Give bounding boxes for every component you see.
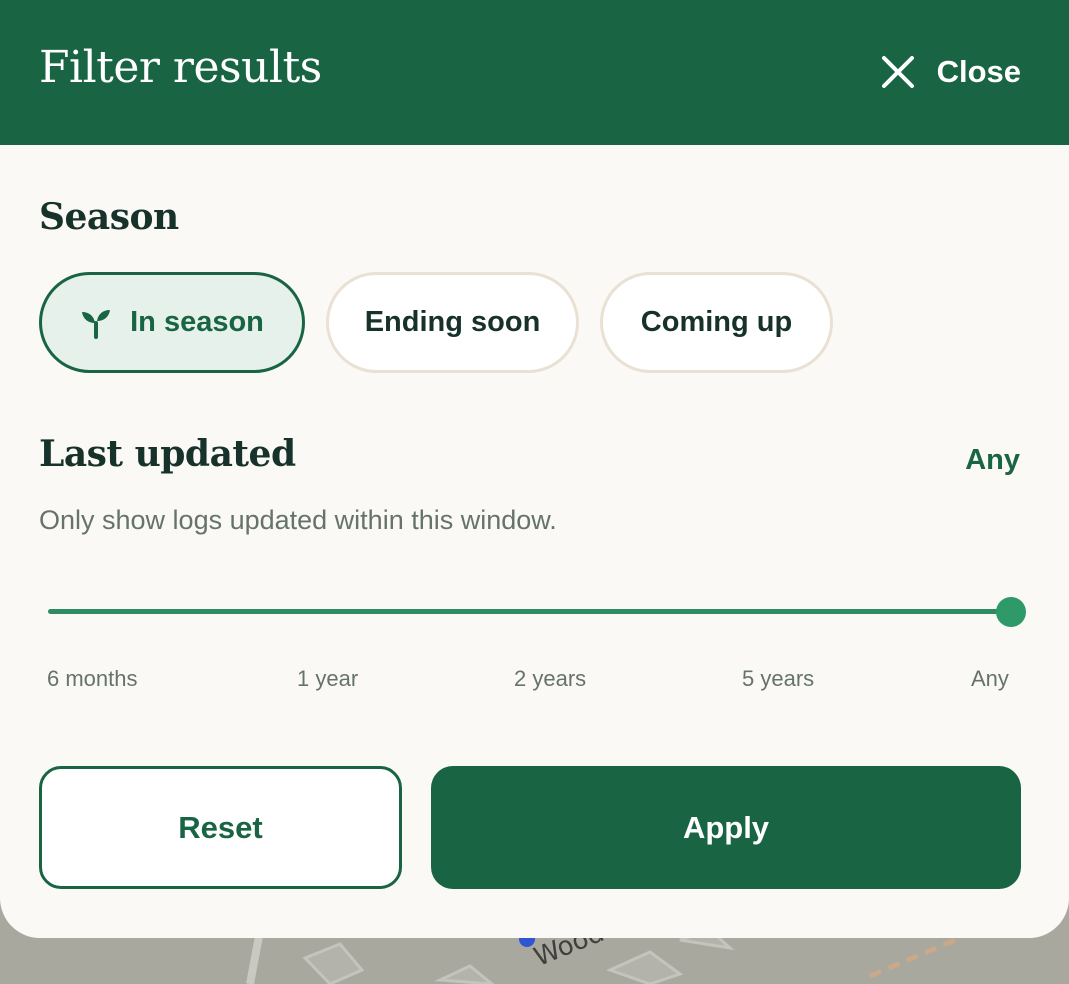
last-updated-value: Any: [965, 444, 1020, 476]
apply-button[interactable]: Apply: [431, 766, 1021, 889]
slider-tick-label: 1 year: [297, 666, 359, 691]
close-button[interactable]: Close: [881, 50, 1021, 94]
filter-sheet: Filter results Close Season In season En…: [0, 0, 1069, 938]
last-updated-helper-text: Only show logs updated within this windo…: [39, 505, 557, 535]
sprout-icon: [82, 309, 111, 339]
last-updated-heading: Last updated: [39, 433, 296, 475]
sheet-header: Filter results Close: [0, 0, 1069, 145]
chip-coming-up[interactable]: Coming up: [600, 272, 833, 373]
slider-tick-label: 6 months: [47, 666, 138, 691]
slider-track: [48, 609, 1012, 614]
chip-in-season[interactable]: In season: [39, 272, 305, 373]
chip-label: Coming up: [640, 306, 793, 338]
chip-ending-soon[interactable]: Ending soon: [326, 272, 579, 373]
close-button-label: Close: [936, 54, 1021, 89]
last-updated-slider[interactable]: [48, 596, 1026, 628]
chip-label: In season: [130, 306, 264, 338]
slider-thumb[interactable]: [996, 597, 1026, 627]
close-icon: [881, 56, 914, 88]
chip-label: Ending soon: [364, 306, 541, 338]
slider-tick-label: 5 years: [742, 666, 815, 691]
page-title: Filter results: [39, 42, 322, 93]
season-heading: Season: [39, 196, 179, 238]
slider-tick-label: 2 years: [514, 666, 587, 691]
reset-button[interactable]: Reset: [39, 766, 402, 889]
slider-tick-label: Any: [971, 666, 1009, 691]
